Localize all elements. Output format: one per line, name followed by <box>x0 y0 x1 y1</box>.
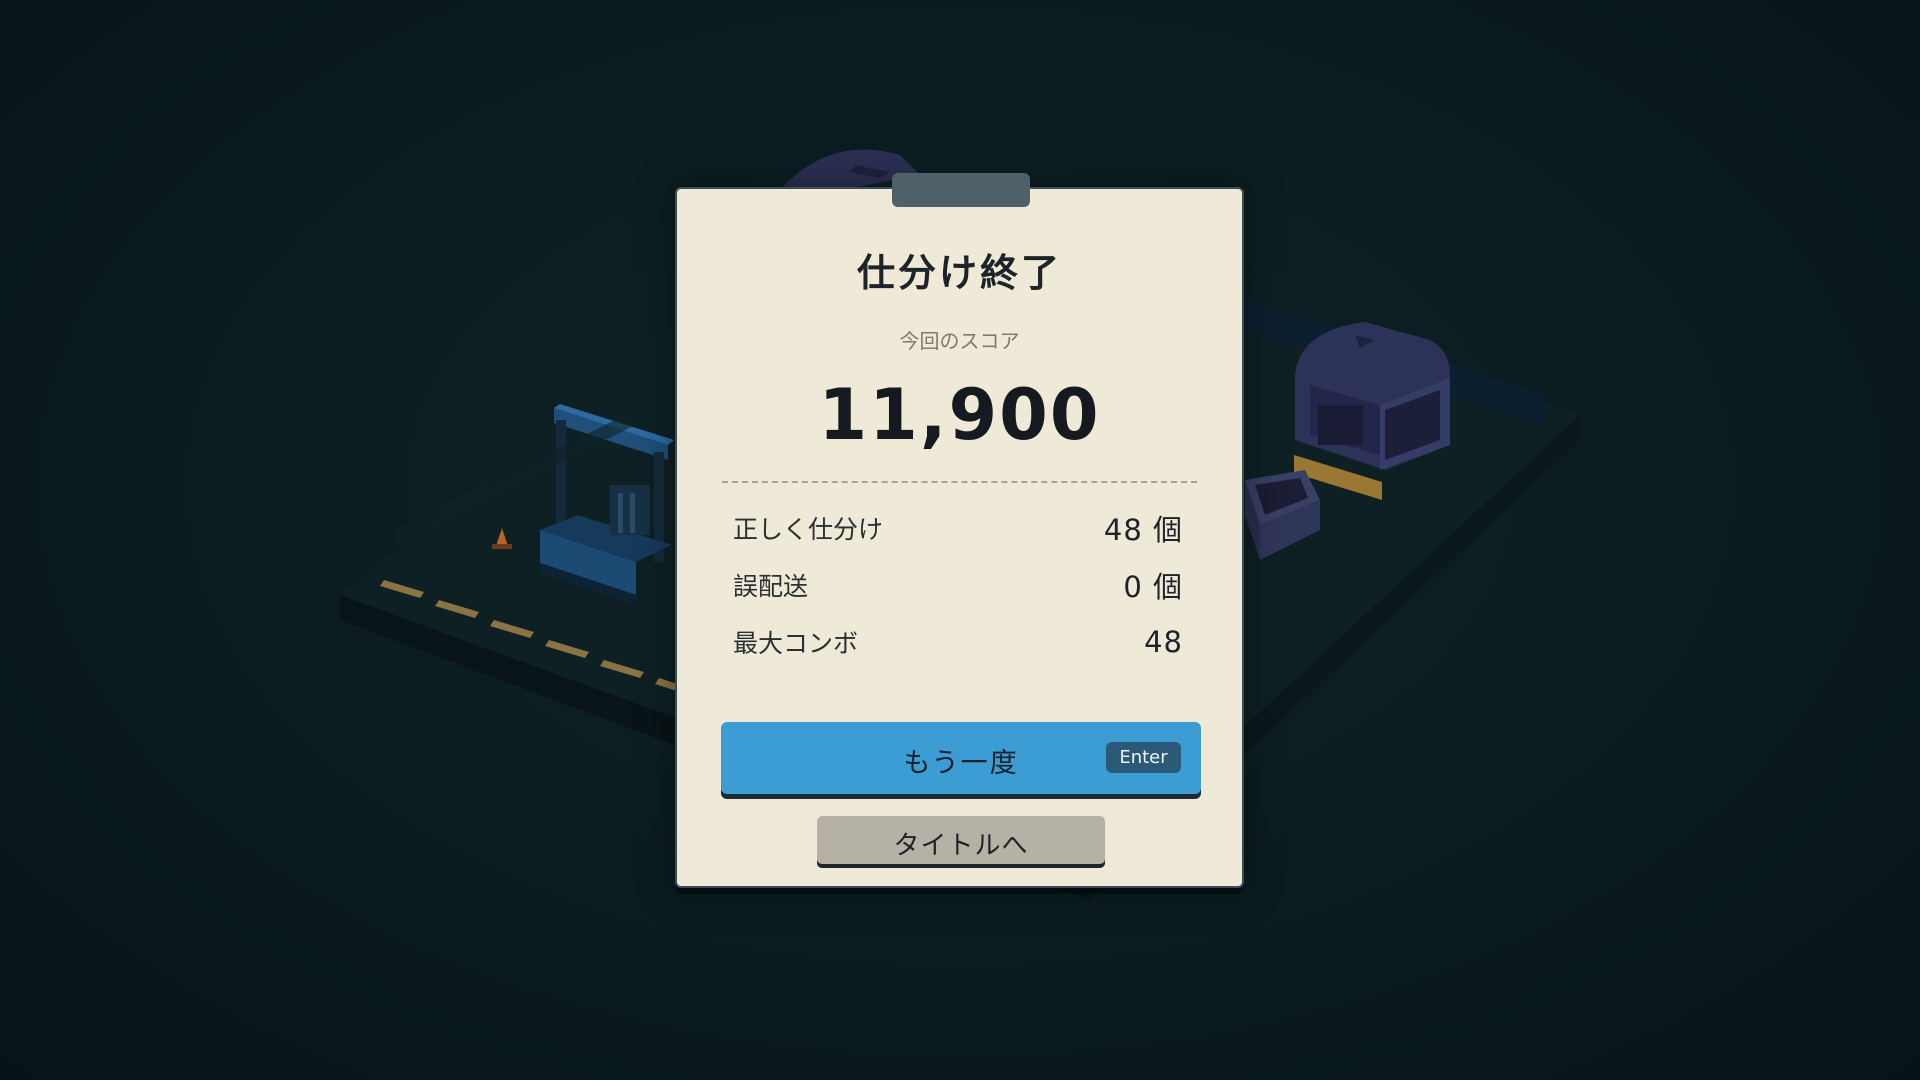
retry-button[interactable]: もう一度 Enter <box>721 722 1201 794</box>
back-to-title-button[interactable]: タイトルへ <box>817 816 1105 864</box>
stat-value: 48 <box>1144 624 1183 659</box>
score-label: 今回のスコア <box>899 329 1020 353</box>
dashed-divider <box>722 481 1197 483</box>
result-card: 仕分け終了 今回のスコア 11,900 正しく仕分け 48 個 誤配送 0 個 … <box>675 173 1244 888</box>
stat-label: 正しく仕分け <box>733 514 884 544</box>
stat-value: 0 個 <box>1123 569 1183 604</box>
enter-key-badge: Enter <box>1106 742 1181 773</box>
score-value: 11,900 <box>818 374 1101 456</box>
stat-label: 最大コンボ <box>733 628 859 658</box>
stat-row-max-combo: 最大コンボ 48 <box>733 613 1183 670</box>
stats-list: 正しく仕分け 48 個 誤配送 0 個 最大コンボ 48 <box>733 499 1183 670</box>
result-title: 仕分け終了 <box>856 251 1062 295</box>
clipboard-clip <box>892 173 1030 207</box>
stat-value: 48 個 <box>1103 512 1183 547</box>
back-to-title-label: タイトルへ <box>893 831 1029 861</box>
stat-row-correct: 正しく仕分け 48 個 <box>733 499 1183 556</box>
stat-label: 誤配送 <box>733 571 809 601</box>
stat-row-misdelivery: 誤配送 0 個 <box>733 556 1183 613</box>
